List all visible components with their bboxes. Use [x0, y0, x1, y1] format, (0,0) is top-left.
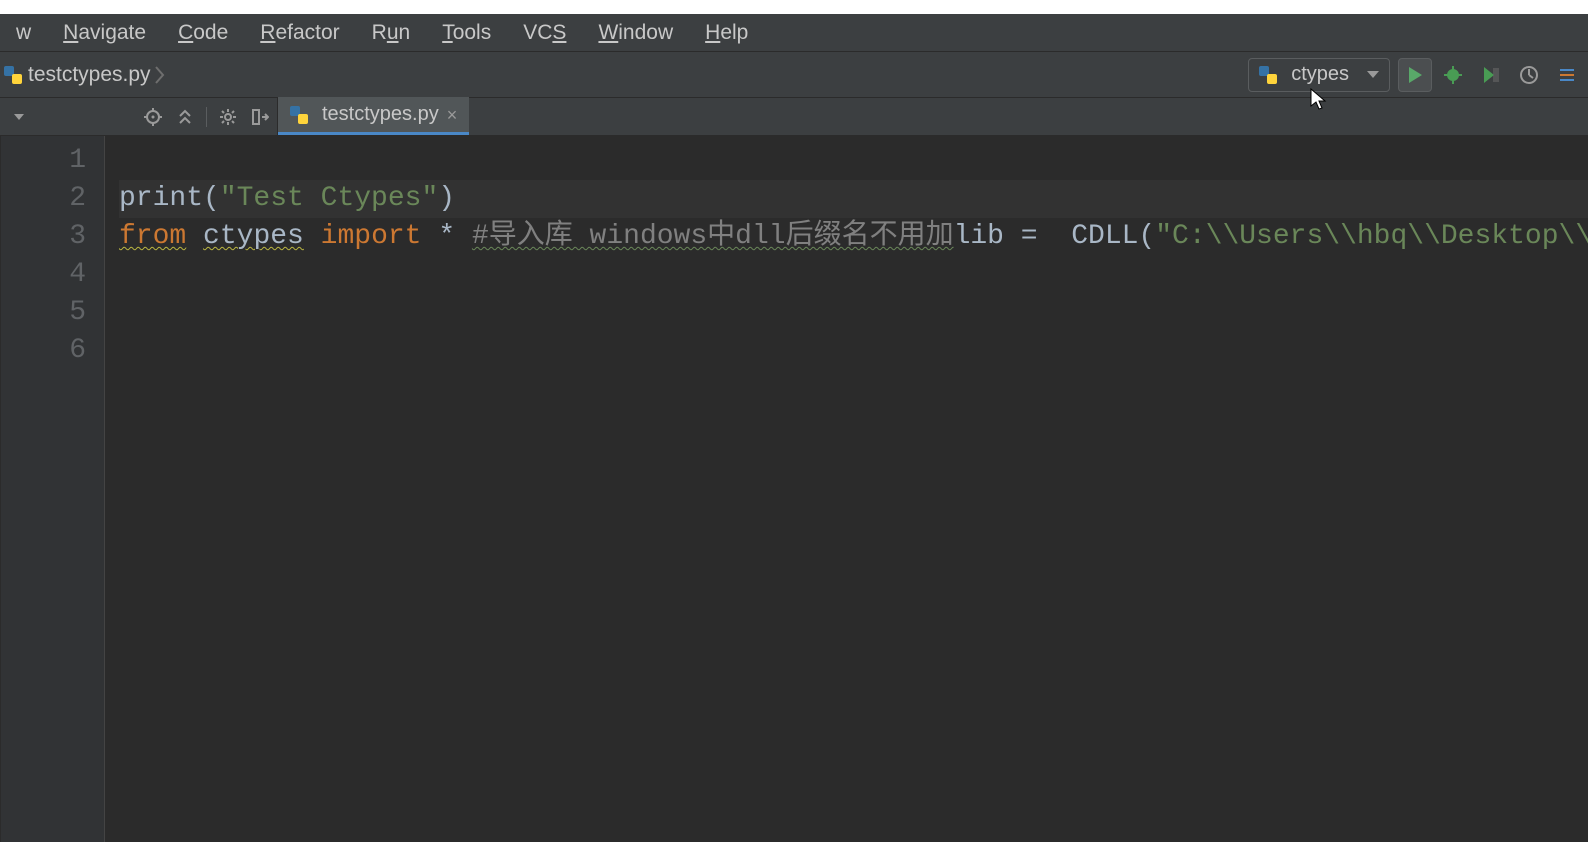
line-number: 2: [1, 180, 86, 218]
menu-help[interactable]: Help: [689, 17, 764, 49]
project-view-label[interactable]: [6, 105, 12, 128]
toolbar-row: testctypes.py ×: [0, 98, 1588, 136]
navigation-bar: testctypes.py ctypes: [0, 52, 1588, 98]
debug-button[interactable]: [1436, 58, 1470, 92]
run-config-label: ctypes: [1291, 63, 1349, 86]
code-line: lib = CDLL("C:\\Users\\hbq\\Desktop\\Deb…: [954, 221, 1588, 252]
collapse-all-icon[interactable]: [174, 106, 196, 128]
menu-refactor[interactable]: Refactor: [244, 17, 355, 49]
python-file-icon: [290, 106, 308, 124]
gutter: 123456: [1, 136, 105, 842]
chevron-down-icon[interactable]: [14, 114, 24, 120]
menu-run[interactable]: Run: [356, 17, 427, 49]
tab-label: testctypes.py: [322, 103, 439, 126]
locate-icon[interactable]: [142, 106, 164, 128]
close-icon[interactable]: ×: [447, 106, 458, 124]
menu-view[interactable]: w: [0, 17, 47, 49]
menu-window[interactable]: Window: [582, 17, 689, 49]
tab-testctypes[interactable]: testctypes.py ×: [278, 97, 469, 135]
run-config-selector[interactable]: ctypes: [1248, 58, 1390, 92]
divider: [206, 107, 207, 127]
line-number: 3: [1, 218, 86, 256]
title-bar-remnant: [0, 0, 1588, 14]
code-line: [455, 221, 472, 252]
main-area: ig C:\Users\hbq\Desktop\De stctypes.tlog…: [0, 136, 1588, 842]
python-icon: [1259, 66, 1277, 84]
menu-code[interactable]: Code: [162, 17, 244, 49]
code-line: print("Test Ctypes"): [119, 180, 1588, 218]
breadcrumb-file: testctypes.py: [28, 63, 151, 87]
chevron-down-icon: [1367, 71, 1379, 78]
editor-tabs: testctypes.py ×: [278, 98, 1588, 135]
search-everywhere-button[interactable]: [1550, 58, 1584, 92]
run-coverage-button[interactable]: [1474, 58, 1508, 92]
menu-vcs[interactable]: VCS: [507, 17, 582, 49]
run-button[interactable]: [1398, 58, 1432, 92]
chevron-right-icon: [151, 59, 169, 91]
breadcrumb[interactable]: testctypes.py: [0, 52, 179, 97]
code-line: #导入库 windows中dll后缀名不用加: [472, 221, 954, 252]
line-number: 6: [1, 332, 86, 370]
main-menu-bar: w Navigate Code Refactor Run Tools VCS W…: [0, 14, 1588, 52]
python-file-icon: [4, 66, 22, 84]
line-number: 5: [1, 294, 86, 332]
code-editor[interactable]: 123456 print("Test Ctypes")from ctypes i…: [1, 136, 1588, 842]
menu-navigate[interactable]: Navigate: [47, 17, 162, 49]
gear-icon[interactable]: [217, 106, 239, 128]
line-number: 1: [1, 142, 86, 180]
profile-button[interactable]: [1512, 58, 1546, 92]
line-number: 4: [1, 256, 86, 294]
project-toolbar: [0, 98, 278, 135]
code-area[interactable]: print("Test Ctypes")from ctypes import *…: [105, 136, 1588, 842]
menu-tools[interactable]: Tools: [426, 17, 507, 49]
hide-icon[interactable]: [249, 106, 271, 128]
code-line: from ctypes import *: [119, 221, 455, 252]
